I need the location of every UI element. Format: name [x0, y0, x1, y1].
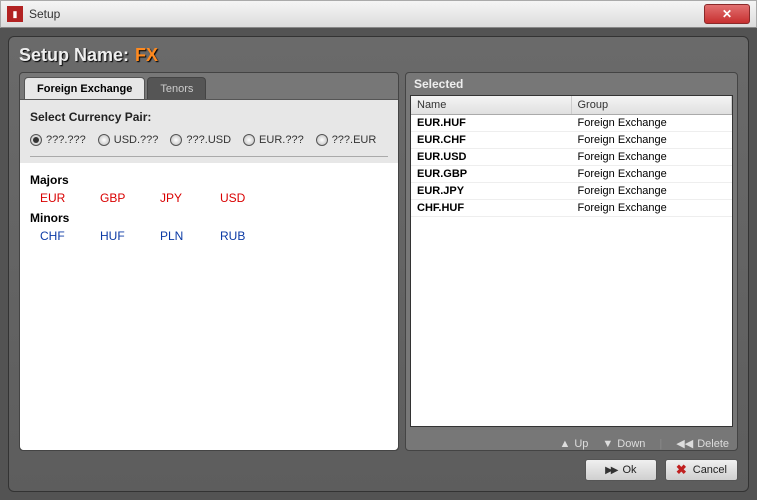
move-down-button[interactable]: ▼ Down — [602, 438, 645, 450]
rewind-icon: ◀◀ — [676, 437, 693, 450]
main-panel: Foreign Exchange Tenors Select Currency … — [19, 72, 738, 451]
radio-any-any[interactable]: ???.??? — [30, 134, 86, 146]
cell-name: EUR.GBP — [411, 166, 572, 182]
radio-group: ???.??? USD.??? ???.USD — [30, 134, 388, 157]
radio-dot-icon — [30, 134, 42, 146]
table-row[interactable]: CHF.HUF Foreign Exchange — [411, 200, 732, 217]
tool-label: Up — [574, 438, 588, 450]
move-up-button[interactable]: ▲ Up — [559, 438, 588, 450]
currency-usd[interactable]: USD — [220, 191, 280, 205]
currency-chf[interactable]: CHF — [40, 229, 100, 243]
table-row[interactable]: EUR.HUF Foreign Exchange — [411, 115, 732, 132]
currency-eur[interactable]: EUR — [40, 191, 100, 205]
col-name[interactable]: Name — [411, 96, 572, 114]
ok-button[interactable]: ▶▶ Ok — [585, 459, 657, 481]
currency-rub[interactable]: RUB — [220, 229, 280, 243]
tool-label: Down — [617, 438, 645, 450]
minors-row: CHF HUF PLN RUB — [40, 229, 388, 243]
radio-label: ???.??? — [46, 134, 86, 146]
currency-huf[interactable]: HUF — [100, 229, 160, 243]
tab-tenors[interactable]: Tenors — [147, 77, 206, 99]
filter-bar: Select Currency Pair: ???.??? USD.??? — [20, 100, 398, 163]
list-tools: ▲ Up ▼ Down | ◀◀ Delete — [406, 431, 737, 450]
setup-name-label: Setup Name: — [19, 45, 129, 66]
cell-group: Foreign Exchange — [572, 149, 733, 165]
majors-row: EUR GBP JPY USD — [40, 191, 388, 205]
majors-header: Majors — [30, 173, 388, 187]
triangle-up-icon: ▲ — [559, 438, 570, 450]
cell-group: Foreign Exchange — [572, 132, 733, 148]
table-row[interactable]: EUR.CHF Foreign Exchange — [411, 132, 732, 149]
cell-name: EUR.JPY — [411, 183, 572, 199]
cell-group: Foreign Exchange — [572, 183, 733, 199]
right-column: Selected Name Group EUR.HUF Foreign Exch… — [405, 72, 738, 451]
separator: | — [659, 438, 662, 450]
tab-content: Select Currency Pair: ???.??? USD.??? — [20, 99, 398, 450]
footer: ▶▶ Ok ✖ Cancel — [19, 451, 738, 483]
currency-gbp[interactable]: GBP — [100, 191, 160, 205]
radio-any-eur[interactable]: ???.EUR — [316, 134, 377, 146]
tab-label: Tenors — [160, 83, 193, 95]
left-column: Foreign Exchange Tenors Select Currency … — [19, 72, 399, 451]
radio-dot-icon — [170, 134, 182, 146]
selected-grid: Name Group EUR.HUF Foreign Exchange EUR.… — [410, 95, 733, 427]
currency-jpy[interactable]: JPY — [160, 191, 220, 205]
radio-any-usd[interactable]: ???.USD — [170, 134, 231, 146]
col-group[interactable]: Group — [572, 96, 733, 114]
grid-body: EUR.HUF Foreign Exchange EUR.CHF Foreign… — [411, 115, 732, 426]
grid-header: Name Group — [411, 96, 732, 115]
close-icon: ✕ — [722, 7, 732, 21]
shell: Setup Name: FX Foreign Exchange Tenors S… — [0, 28, 757, 500]
window-close-button[interactable]: ✕ — [704, 4, 750, 24]
radio-label: ???.USD — [186, 134, 231, 146]
currency-list: Majors EUR GBP JPY USD Minors CHF HUF PL… — [20, 163, 398, 450]
cell-name: EUR.USD — [411, 149, 572, 165]
radio-dot-icon — [98, 134, 110, 146]
window-title: Setup — [29, 7, 704, 21]
cell-group: Foreign Exchange — [572, 166, 733, 182]
triangle-down-icon: ▼ — [602, 438, 613, 450]
tab-bar: Foreign Exchange Tenors — [20, 73, 398, 99]
cancel-label: Cancel — [693, 464, 727, 476]
cell-name: EUR.CHF — [411, 132, 572, 148]
setup-name-row: Setup Name: FX — [19, 45, 738, 66]
radio-eur-any[interactable]: EUR.??? — [243, 134, 304, 146]
cancel-button[interactable]: ✖ Cancel — [665, 459, 738, 481]
currency-pln[interactable]: PLN — [160, 229, 220, 243]
ok-label: Ok — [623, 464, 637, 476]
tab-label: Foreign Exchange — [37, 83, 132, 95]
table-row[interactable]: EUR.GBP Foreign Exchange — [411, 166, 732, 183]
selected-title: Selected — [406, 73, 737, 95]
filter-title: Select Currency Pair: — [30, 110, 388, 124]
cell-group: Foreign Exchange — [572, 115, 733, 131]
cancel-x-icon: ✖ — [676, 462, 687, 478]
titlebar: ▮ Setup ✕ — [0, 0, 757, 28]
radio-label: EUR.??? — [259, 134, 304, 146]
app-icon: ▮ — [7, 6, 23, 22]
radio-dot-icon — [316, 134, 328, 146]
setup-name-value: FX — [135, 45, 158, 66]
tool-label: Delete — [697, 438, 729, 450]
delete-button[interactable]: ◀◀ Delete — [676, 437, 729, 450]
table-row[interactable]: EUR.JPY Foreign Exchange — [411, 183, 732, 200]
inner-panel: Setup Name: FX Foreign Exchange Tenors S… — [8, 36, 749, 492]
cell-name: CHF.HUF — [411, 200, 572, 216]
radio-label: USD.??? — [114, 134, 159, 146]
tab-foreign-exchange[interactable]: Foreign Exchange — [24, 77, 145, 99]
ok-arrows-icon: ▶▶ — [605, 465, 616, 476]
cell-group: Foreign Exchange — [572, 200, 733, 216]
minors-header: Minors — [30, 211, 388, 225]
radio-label: ???.EUR — [332, 134, 377, 146]
radio-usd-any[interactable]: USD.??? — [98, 134, 159, 146]
cell-name: EUR.HUF — [411, 115, 572, 131]
table-row[interactable]: EUR.USD Foreign Exchange — [411, 149, 732, 166]
radio-dot-icon — [243, 134, 255, 146]
